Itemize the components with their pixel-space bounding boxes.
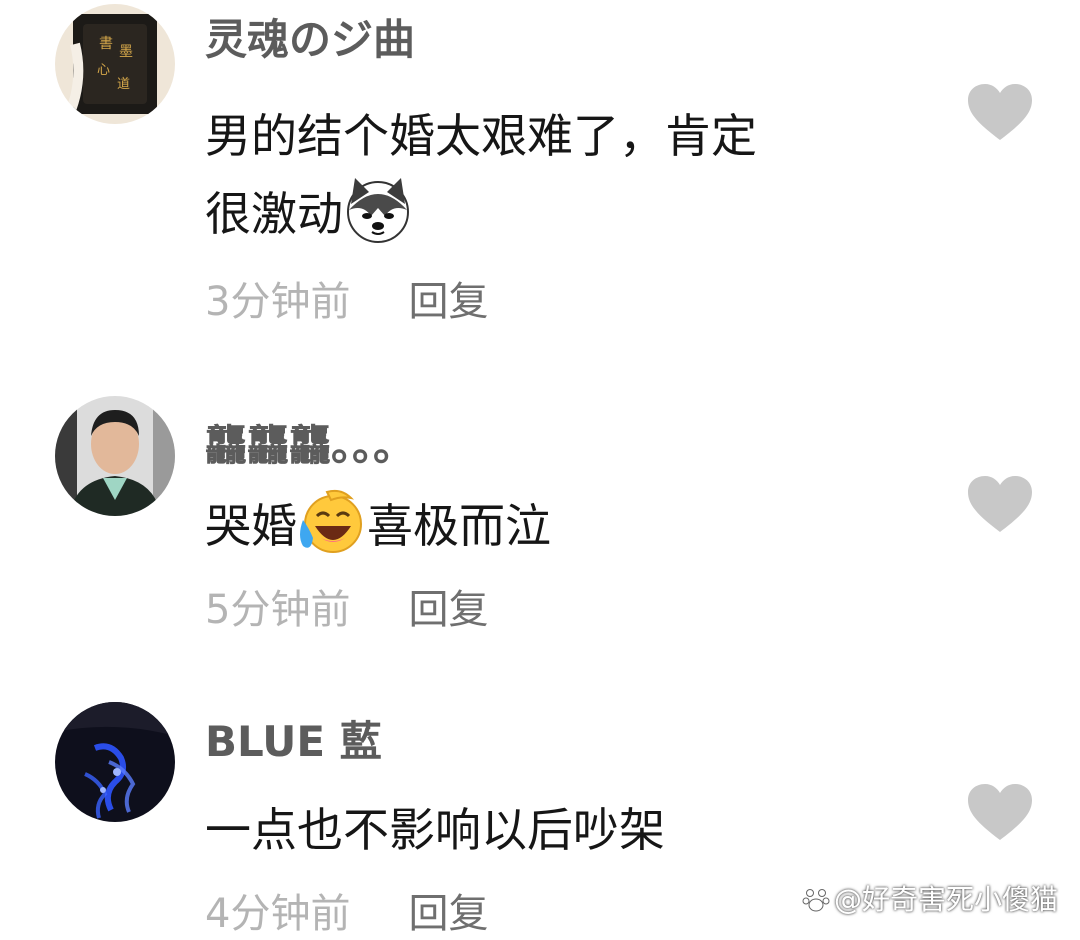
reply-button[interactable]: 回复 [408,891,488,937]
comment-text: 一点也不影响以后吵架 [205,803,665,857]
comment-meta: 3分钟前 回复 [205,276,488,328]
comment-item: 龘龘龘。。。 哭婚 喜极而泣 5分钟前 回复 [0,340,1080,680]
comment-text-fragment: 喜极而泣 [367,499,551,553]
svg-text:墨: 墨 [119,44,133,60]
comment-text-fragment: 很激动 [205,187,343,241]
timestamp: 4分钟前 [205,891,351,937]
reply-button[interactable]: 回复 [408,587,488,633]
reply-button[interactable]: 回复 [408,279,488,325]
svg-text:心: 心 [97,63,110,78]
avatar[interactable] [55,702,175,822]
watermark: @好奇害死小傻猫 [802,878,1058,918]
comment-text: 哭婚 喜极而泣 [205,486,925,564]
heart-icon[interactable] [968,784,1032,842]
comment-item: 書 墨 心 道 灵魂のジ曲 男的结个婚太艰难了，肯定 很激动 3分钟前 回复 [0,0,1080,340]
comment-text-fragment: 哭婚 [205,499,297,553]
laughing-crying-emoji [300,489,362,553]
watermark-text: @好奇害死小傻猫 [833,883,1058,916]
husky-dog-emoji [347,178,409,243]
avatar[interactable] [55,396,175,516]
comment-text-line: 很激动 [205,174,925,252]
timestamp: 3分钟前 [205,279,351,325]
svg-text:道: 道 [117,77,130,92]
username[interactable]: BLUE 藍 [205,716,382,768]
paw-icon [802,889,830,912]
heart-icon[interactable] [968,84,1032,142]
heart-icon[interactable] [968,476,1032,534]
comment-meta: 5分钟前 回复 [205,584,488,636]
comment-text: 男的结个婚太艰难了，肯定 很激动 [205,98,925,252]
comment-meta: 4分钟前 回复 [205,888,488,940]
username[interactable]: 龘龘龘。。。 [205,420,415,472]
timestamp: 5分钟前 [205,587,351,633]
username[interactable]: 灵魂のジ曲 [205,14,415,66]
avatar[interactable]: 書 墨 心 道 [55,4,175,124]
svg-text:書: 書 [99,36,113,52]
comment-text-line: 男的结个婚太艰难了，肯定 [205,109,757,163]
